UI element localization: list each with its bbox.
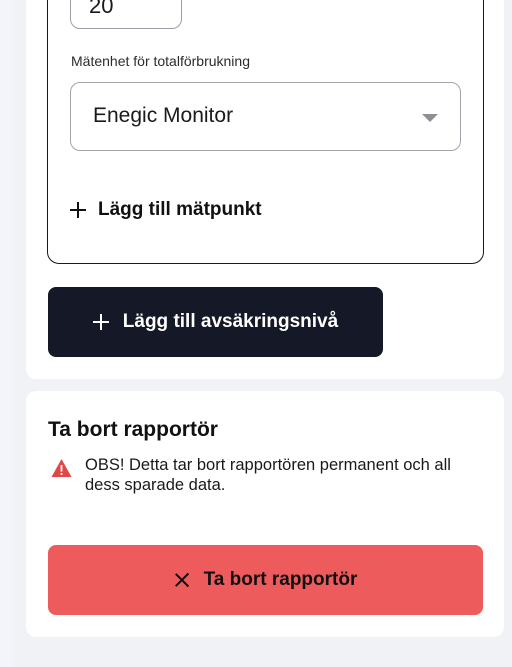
fuse-value-text: 20 (89, 0, 114, 18)
remove-reporter-title: Ta bort rapportör (48, 418, 218, 441)
chevron-down-icon (422, 114, 438, 122)
add-fuse-level-button[interactable]: Lägg till avsäkringsnivå (48, 287, 383, 357)
add-fuse-level-label: Lägg till avsäkringsnivå (122, 311, 339, 332)
remove-reporter-button-label: Ta bort rapportör (203, 569, 358, 590)
warning-triangle-icon (51, 459, 72, 477)
remove-reporter-button[interactable]: Ta bort rapportör (48, 545, 483, 615)
fuse-value-input[interactable]: 20 (70, 0, 182, 29)
plus-icon (92, 314, 109, 330)
add-measure-point-label: Lägg till mätpunkt (98, 199, 262, 220)
add-measure-point-button[interactable]: Lägg till mätpunkt (70, 196, 262, 224)
unit-field-label: Mätenhet för totalförbrukning (71, 53, 250, 69)
remove-warning-text: OBS! Detta tar bort rapportören permanen… (85, 456, 451, 494)
unit-select-value: Enegic Monitor (93, 104, 234, 127)
unit-select[interactable]: Enegic Monitor (70, 82, 461, 151)
plus-icon (70, 202, 86, 218)
close-icon (174, 572, 190, 588)
